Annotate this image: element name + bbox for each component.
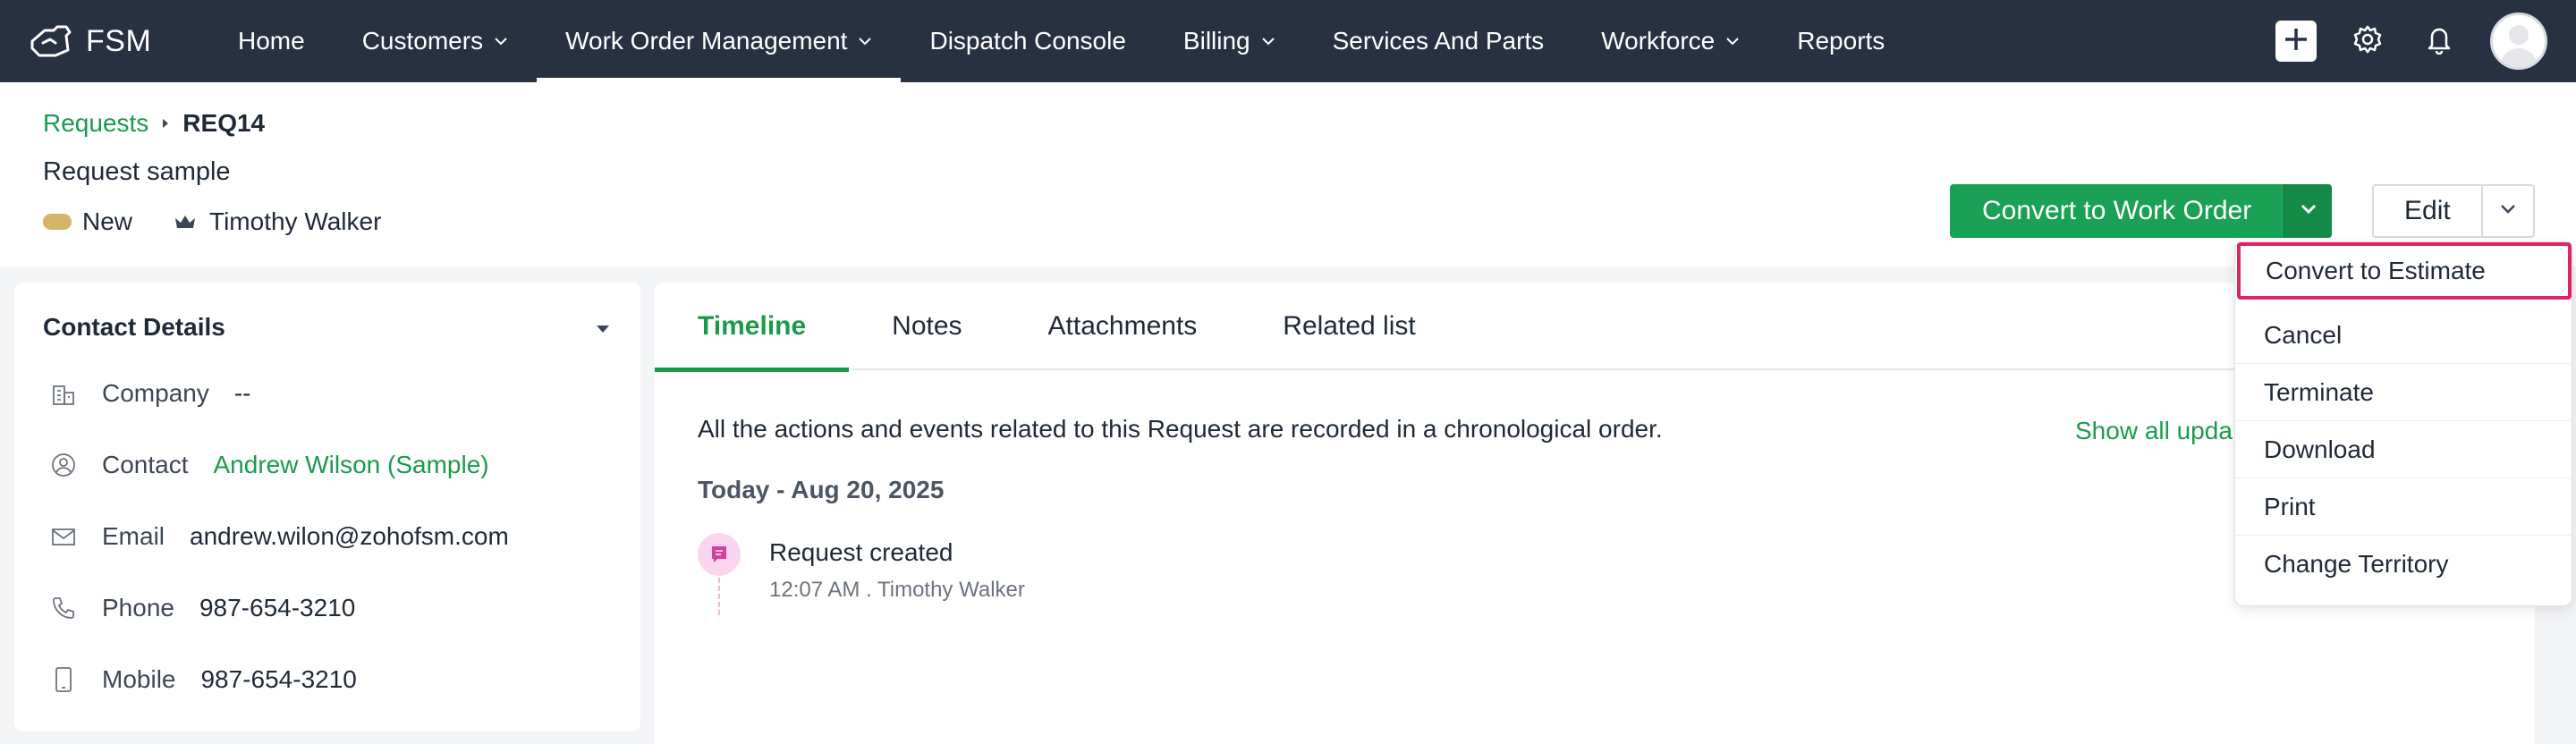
quick-create-button[interactable] xyxy=(2275,21,2317,62)
record-owner[interactable]: Timothy Walker xyxy=(209,207,381,236)
bell-icon xyxy=(2425,24,2453,59)
chevron-down-icon xyxy=(1725,37,1740,46)
more-actions-menu: Convert to Estimate Cancel Terminate Dow… xyxy=(2234,241,2572,606)
tab-timeline[interactable]: Timeline xyxy=(655,283,850,372)
brand-name: FSM xyxy=(86,23,152,58)
contact-value[interactable]: andrew.wilon@zohofsm.com xyxy=(190,522,509,551)
contact-name-link[interactable]: Andrew Wilson (Sample) xyxy=(214,451,489,479)
tab-related-list[interactable]: Related list xyxy=(1240,283,1458,370)
timeline-event-title: Request created xyxy=(769,538,953,566)
contact-value: -- xyxy=(233,379,251,407)
nav-actions xyxy=(2275,0,2576,82)
nav-item-label: Services And Parts xyxy=(1332,27,1545,55)
contact-row-email: Email andrew.wilon@zohofsm.com xyxy=(50,522,509,551)
caret-down-icon[interactable] xyxy=(596,322,610,338)
brand[interactable]: FSM xyxy=(27,23,179,59)
menu-item-download[interactable]: Download xyxy=(2235,421,2572,478)
user-circle-icon xyxy=(50,452,77,478)
tab-attachments[interactable]: Attachments xyxy=(1005,283,1241,370)
timeline-description: All the actions and events related to th… xyxy=(698,415,1663,443)
record-header: Requests REQ14 Request sample New Timoth… xyxy=(0,82,2576,266)
convert-to-work-order-button[interactable]: Convert to Work Order xyxy=(1950,184,2284,238)
contact-label: Mobile xyxy=(102,665,176,693)
nav-item-label: Home xyxy=(238,27,305,55)
nav-item-customers[interactable]: Customers xyxy=(334,0,537,82)
breadcrumb-link-requests[interactable]: Requests xyxy=(43,109,148,138)
timeline-event-meta: 12:07 AM . Timothy Walker xyxy=(769,578,1025,602)
edit-button-group: Edit xyxy=(2372,184,2535,238)
tab-notes[interactable]: Notes xyxy=(849,283,1004,370)
breadcrumb: Requests REQ14 xyxy=(43,109,265,138)
nav-item-workforce[interactable]: Workforce xyxy=(1572,0,1768,82)
card-title: Contact Details xyxy=(43,313,225,341)
status-indicator xyxy=(43,214,72,230)
avatar[interactable] xyxy=(2490,13,2547,70)
crown-icon xyxy=(174,213,197,231)
menu-item-print[interactable]: Print xyxy=(2235,478,2572,536)
menu-item-cancel[interactable]: Cancel xyxy=(2235,307,2572,364)
nav-item-dispatch-console[interactable]: Dispatch Console xyxy=(901,0,1154,82)
top-navigation-bar: FSM Home Customers Work Order Management… xyxy=(0,0,2576,82)
chevron-down-icon xyxy=(2499,203,2517,219)
note-icon xyxy=(698,533,741,576)
fsm-logo-icon xyxy=(27,23,73,59)
building-icon xyxy=(50,380,77,407)
caret-right-icon xyxy=(161,117,170,130)
nav-item-label: Work Order Management xyxy=(565,27,848,55)
convert-options-dropdown-button[interactable] xyxy=(2284,184,2333,238)
nav-item-label: Dispatch Console xyxy=(929,27,1126,55)
nav-item-reports[interactable]: Reports xyxy=(1768,0,1913,82)
nav-item-label: Customers xyxy=(361,27,484,55)
chevron-down-icon xyxy=(2300,203,2318,219)
menu-item-change-territory[interactable]: Change Territory xyxy=(2235,536,2572,593)
chevron-down-icon xyxy=(1261,37,1275,46)
status-badge: New xyxy=(82,207,133,235)
nav-item-services-and-parts[interactable]: Services And Parts xyxy=(1304,0,1573,82)
more-actions-dropdown-button[interactable] xyxy=(2483,186,2533,236)
settings-button[interactable] xyxy=(2347,21,2388,62)
plus-icon xyxy=(2283,26,2309,57)
chevron-down-icon xyxy=(494,37,508,46)
mail-icon xyxy=(50,523,77,550)
page-title: Request sample xyxy=(43,157,231,186)
gear-icon xyxy=(2352,24,2383,59)
contact-label: Email xyxy=(102,522,165,550)
timeline-date-header: Today - Aug 20, 2025 xyxy=(698,476,945,503)
phone-icon xyxy=(50,595,77,621)
chevron-down-icon xyxy=(858,37,872,46)
status-row: New Timothy Walker xyxy=(43,207,381,236)
show-all-updates-link[interactable]: Show all upda xyxy=(2075,417,2233,445)
menu-item-terminate[interactable]: Terminate xyxy=(2235,364,2572,421)
nav-item-work-order-management[interactable]: Work Order Management xyxy=(537,0,902,82)
nav-item-label: Workforce xyxy=(1601,27,1716,55)
nav-item-home[interactable]: Home xyxy=(209,0,334,82)
nav-item-label: Reports xyxy=(1797,27,1885,55)
breadcrumb-current: REQ14 xyxy=(182,109,266,137)
contact-row-company: Company -- xyxy=(50,379,251,408)
contact-label: Company xyxy=(102,379,209,407)
menu-item-convert-to-estimate[interactable]: Convert to Estimate xyxy=(2237,242,2572,300)
notifications-button[interactable] xyxy=(2419,21,2460,62)
mobile-icon xyxy=(50,666,77,693)
nav-item-billing[interactable]: Billing xyxy=(1155,0,1304,82)
edit-button[interactable]: Edit xyxy=(2374,186,2483,236)
contact-value[interactable]: 987-654-3210 xyxy=(199,594,355,622)
contact-label: Phone xyxy=(102,594,174,621)
contact-row-phone: Phone 987-654-3210 xyxy=(50,594,355,622)
timeline-connector xyxy=(718,578,720,615)
contact-value[interactable]: 987-654-3210 xyxy=(200,665,356,694)
nav-item-label: Billing xyxy=(1182,27,1250,55)
main-menu: Home Customers Work Order Management Dis… xyxy=(209,0,1913,82)
contact-row-contact: Contact Andrew Wilson (Sample) xyxy=(50,451,489,479)
contact-details-card: Contact Details Company -- Contact Andre… xyxy=(14,283,640,731)
convert-button-group: Convert to Work Order xyxy=(1950,184,2333,238)
contact-row-mobile: Mobile 987-654-3210 xyxy=(50,665,357,694)
contact-label: Contact xyxy=(102,451,189,478)
